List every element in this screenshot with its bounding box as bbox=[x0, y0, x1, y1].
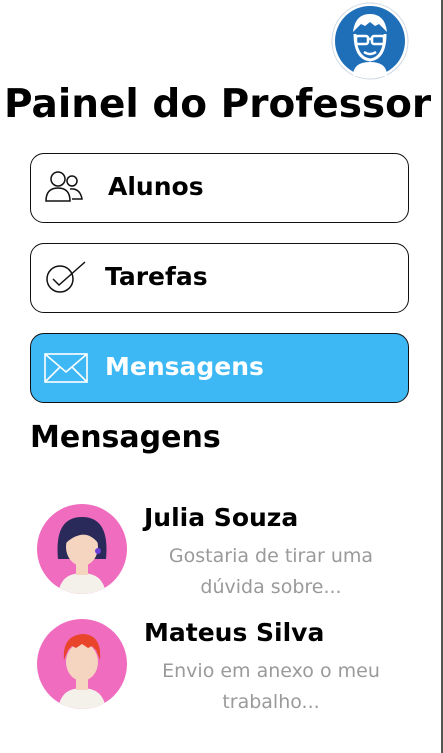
check-circle-icon bbox=[43, 258, 87, 298]
message-item-mateus[interactable]: Mateus Silva Envio em anexo o meu trabal… bbox=[36, 618, 416, 718]
message-sender: Mateus Silva bbox=[144, 618, 325, 647]
avatar bbox=[36, 503, 128, 595]
message-item-julia[interactable]: Julia Souza Gostaria de tirar uma dúvida… bbox=[36, 503, 416, 603]
message-preview: Envio em anexo o meu trabalho... bbox=[162, 660, 380, 713]
teacher-avatar-icon[interactable] bbox=[331, 2, 409, 80]
nav-button-mensagens[interactable]: Mensagens bbox=[30, 333, 409, 403]
envelope-icon bbox=[43, 348, 88, 388]
nav-label-mensagens: Mensagens bbox=[105, 352, 264, 381]
messages-section-title: Mensagens bbox=[30, 420, 221, 455]
nav-button-alunos[interactable]: Alunos bbox=[30, 153, 409, 223]
users-icon bbox=[43, 168, 87, 208]
nav-label-tarefas: Tarefas bbox=[105, 262, 208, 291]
message-sender: Julia Souza bbox=[144, 503, 299, 532]
avatar bbox=[36, 618, 128, 710]
nav-label-alunos: Alunos bbox=[108, 172, 204, 201]
nav-button-tarefas[interactable]: Tarefas bbox=[30, 243, 409, 313]
page-title: Painel do Professor bbox=[4, 82, 432, 127]
message-preview: Gostaria de tirar uma dúvida sobre... bbox=[168, 545, 374, 598]
